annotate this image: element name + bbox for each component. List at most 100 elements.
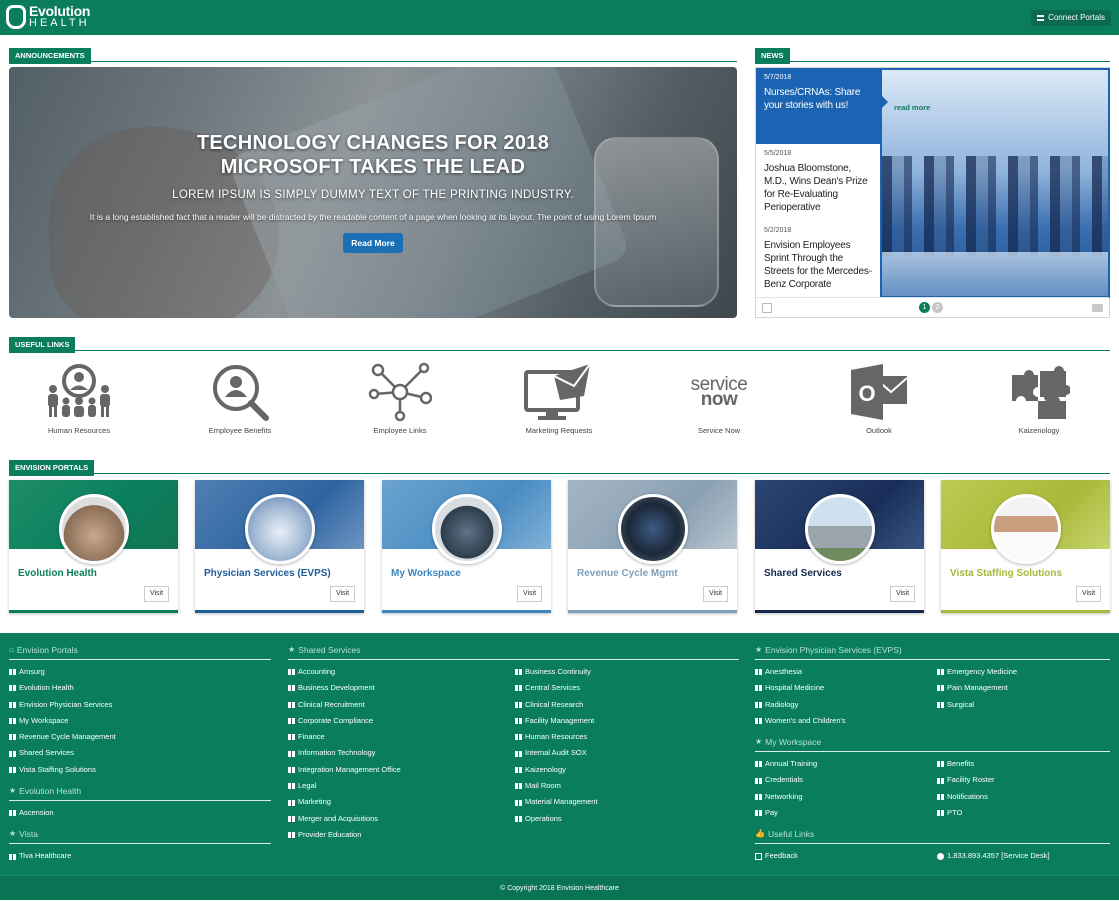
footer-link-label: Facility Management: [525, 715, 595, 725]
copyright-bar: © Copyright 2018 Envision Healthcare: [0, 875, 1119, 900]
read-more-button[interactable]: Read More: [343, 233, 403, 253]
grid-icon: [937, 669, 944, 676]
footer-link[interactable]: Facility Management: [515, 713, 739, 729]
announcement-carousel[interactable]: TECHNOLOGY CHANGES FOR 2018 MICROSOFT TA…: [9, 67, 737, 318]
news-page-1[interactable]: 1: [919, 302, 930, 313]
footer-link[interactable]: Business Continuity: [515, 664, 739, 680]
footer-link-label: Hospital Medicine: [765, 683, 825, 693]
news-item[interactable]: 5/2/2018 Envision Employees Sprint Throu…: [756, 221, 880, 297]
footer-link[interactable]: Material Management: [515, 794, 739, 810]
footer-link[interactable]: Provider Education: [288, 827, 515, 843]
visit-button[interactable]: Visit: [517, 586, 542, 602]
news-read-more-link[interactable]: read more: [894, 103, 930, 112]
portal-card-physician-services[interactable]: Physician Services (EVPS) Visit: [195, 480, 364, 613]
news-page-2[interactable]: 2: [932, 302, 943, 313]
grid-icon: [515, 766, 522, 773]
visit-button[interactable]: Visit: [890, 586, 915, 602]
footer-link-service-desk[interactable]: 1.833.893.4357 [Service Desk]: [937, 848, 1110, 864]
footer-link[interactable]: Women's and Children's: [755, 713, 937, 729]
footer-link[interactable]: Pain Management: [937, 680, 1110, 696]
house-icon: ⌂: [9, 645, 14, 654]
footer-link[interactable]: Information Technology: [288, 745, 515, 761]
thumbs-up-icon: 👍: [755, 829, 765, 839]
visit-button[interactable]: Visit: [330, 586, 355, 602]
grid-icon: [515, 815, 522, 822]
portal-card-my-workspace[interactable]: My Workspace Visit: [382, 480, 551, 613]
useful-link-service-now[interactable]: service now Service Now: [659, 362, 779, 435]
footer-link[interactable]: Business Development: [288, 680, 515, 696]
visit-button[interactable]: Visit: [1076, 586, 1101, 602]
footer-link[interactable]: Finance: [288, 729, 515, 745]
useful-link-kaizenology[interactable]: Kaizenology: [979, 362, 1099, 435]
visit-button[interactable]: Visit: [703, 586, 728, 602]
footer-link[interactable]: Corporate Compliance: [288, 713, 515, 729]
footer-link[interactable]: Benefits: [937, 756, 1110, 772]
top-header: Evolution HEALTH Connect Portals: [0, 0, 1119, 35]
footer-link[interactable]: Mail Room: [515, 778, 739, 794]
footer-link-feedback[interactable]: Feedback: [755, 848, 937, 864]
footer-link[interactable]: Marketing: [288, 794, 515, 810]
footer-link[interactable]: Anesthesia: [755, 664, 937, 680]
edit-icon[interactable]: [762, 303, 772, 313]
useful-link-outlook[interactable]: O Outlook: [819, 362, 939, 435]
portal-name: Evolution Health: [18, 568, 97, 579]
footer-link[interactable]: Internal Audit SOX: [515, 745, 739, 761]
puzzle-icon: [1012, 366, 1070, 419]
footer-link[interactable]: My Workspace: [9, 713, 271, 729]
useful-link-marketing-requests[interactable]: Marketing Requests: [499, 362, 619, 435]
footer-link[interactable]: Networking: [755, 789, 937, 805]
visit-button[interactable]: Visit: [144, 586, 169, 602]
footer-link[interactable]: Amsurg: [9, 664, 271, 680]
footer-link[interactable]: Tiva Healthcare: [9, 848, 271, 864]
footer-link-label: Feedback: [765, 851, 798, 861]
footer-link[interactable]: Shared Services: [9, 745, 271, 761]
logo-mark-icon: [6, 4, 26, 29]
footer-heading-text: Shared Services: [298, 645, 361, 655]
grid-icon: [288, 750, 295, 757]
outlook-letter: O: [858, 381, 875, 406]
footer-link[interactable]: Kaizenology: [515, 762, 739, 778]
portal-card-shared-services[interactable]: Shared Services Visit: [755, 480, 924, 613]
footer-link[interactable]: Central Services: [515, 680, 739, 696]
footer-link[interactable]: Credentials: [755, 772, 937, 788]
footer-link[interactable]: Pay: [755, 805, 937, 821]
footer-link[interactable]: Surgical: [937, 697, 1110, 713]
footer-link[interactable]: Clinical Recruitment: [288, 697, 515, 713]
news-date: 5/7/2018: [764, 74, 792, 81]
footer-link-label: 1.833.893.4357 [Service Desk]: [947, 851, 1050, 861]
grid-icon: [9, 810, 16, 817]
footer-link[interactable]: Integration Management Office: [288, 762, 515, 778]
footer-link[interactable]: Merger and Acquisitions: [288, 811, 515, 827]
footer-link[interactable]: Human Resources: [515, 729, 739, 745]
portal-card-revenue-cycle[interactable]: Revenue Cycle Mgmt Visit: [568, 480, 737, 613]
useful-link-employee-links[interactable]: Employee Links: [340, 362, 460, 435]
folder-icon[interactable]: [1092, 304, 1103, 312]
footer-link[interactable]: Revenue Cycle Management: [9, 729, 271, 745]
footer-link[interactable]: Operations: [515, 811, 739, 827]
news-image[interactable]: read more: [880, 68, 1110, 298]
useful-link-human-resources[interactable]: Human Resources: [19, 362, 139, 435]
footer-link[interactable]: Hospital Medicine: [755, 680, 937, 696]
useful-link-employee-benefits[interactable]: Employee Benefits: [180, 362, 300, 435]
footer-link[interactable]: Vista Staffing Solutions: [9, 762, 271, 778]
footer-link[interactable]: Ascension: [9, 805, 271, 821]
portal-card-vista-staffing[interactable]: Vista Staffing Solutions Visit: [941, 480, 1110, 613]
footer-link[interactable]: Clinical Research: [515, 697, 739, 713]
footer-link[interactable]: PTO: [937, 805, 1110, 821]
footer-link[interactable]: Notifications: [937, 789, 1110, 805]
footer-link[interactable]: Evolution Health: [9, 680, 271, 696]
portal-card-evolution-health[interactable]: Evolution Health Visit: [9, 480, 178, 613]
footer-link[interactable]: Emergency Medicine: [937, 664, 1110, 680]
announcements-section-header: ANNOUNCEMENTS: [9, 45, 737, 64]
evolution-health-logo[interactable]: Evolution HEALTH: [6, 4, 90, 29]
footer-link[interactable]: Envision Physician Services: [9, 697, 271, 713]
footer-link[interactable]: Accounting: [288, 664, 515, 680]
connect-portals-button[interactable]: Connect Portals: [1031, 10, 1111, 26]
footer-link[interactable]: Radiology: [755, 697, 937, 713]
footer-link[interactable]: Annual Training: [755, 756, 937, 772]
footer-link[interactable]: Facility Roster: [937, 772, 1110, 788]
footer-link[interactable]: Legal: [288, 778, 515, 794]
news-item[interactable]: 5/7/2018 Nurses/CRNAs: Share your storie…: [756, 68, 880, 144]
news-item[interactable]: 5/5/2018 Joshua Bloomstone, M.D., Wins D…: [756, 144, 880, 220]
footer-link-label: PTO: [947, 808, 963, 818]
